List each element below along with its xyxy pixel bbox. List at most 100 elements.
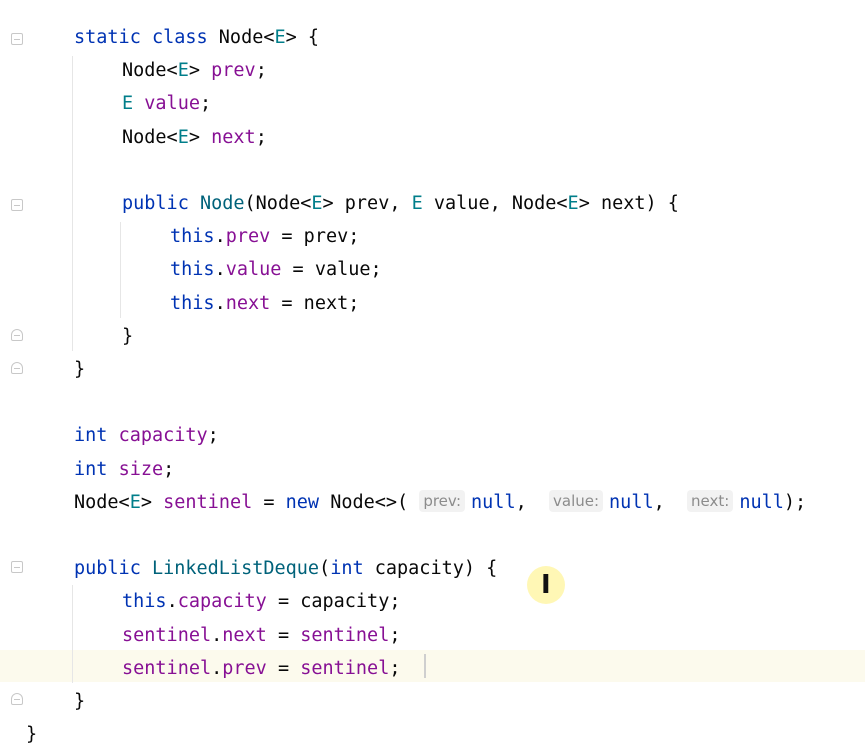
- code-token: ;: [207, 425, 219, 446]
- code-token: .: [214, 259, 226, 280]
- code-token: > prev,: [322, 193, 412, 214]
- code-line[interactable]: }: [0, 353, 865, 386]
- code-token: = capacity;: [266, 591, 401, 612]
- code-token: E: [311, 193, 323, 214]
- code-text: sentinel.prev = sentinel;: [122, 652, 400, 685]
- code-token: size: [118, 459, 164, 480]
- code-text: Node<E> sentinel = new Node<>( prev: null…: [74, 486, 806, 519]
- code-line[interactable]: this.value = value;: [0, 253, 865, 286]
- code-token: ;: [255, 60, 267, 81]
- code-token: ;: [199, 93, 212, 114]
- code-token: next: [211, 127, 256, 148]
- code-token: sentinel: [163, 492, 253, 513]
- code-token: = value;: [281, 259, 382, 280]
- code-token: Node<>(: [330, 492, 420, 513]
- code-line[interactable]: Node<E> prev;: [0, 54, 865, 87]
- code-token: E: [567, 193, 579, 214]
- code-token: null: [609, 492, 654, 513]
- code-token: }: [74, 691, 86, 712]
- code-token: null: [739, 492, 784, 513]
- code-text: int capacity;: [74, 419, 219, 452]
- code-token: capacity: [118, 425, 208, 446]
- code-token: >: [140, 492, 164, 513]
- code-text: E value;: [122, 87, 211, 120]
- parameter-hint: value:: [549, 490, 604, 512]
- code-token: }: [74, 359, 86, 380]
- code-line[interactable]: [0, 386, 865, 419]
- code-line[interactable]: Node<E> next;: [0, 121, 865, 154]
- code-line[interactable]: this.capacity = capacity;: [0, 585, 865, 618]
- code-text: }: [74, 353, 85, 386]
- code-token: > {: [285, 27, 320, 48]
- code-line[interactable]: sentinel.next = sentinel;: [0, 619, 865, 652]
- code-token: next: [222, 625, 267, 646]
- code-line[interactable]: public LinkedListDeque(int capacity) {: [0, 552, 865, 585]
- code-token: ;: [389, 658, 401, 679]
- code-token: this: [170, 293, 215, 314]
- code-text: public LinkedListDeque(int capacity) {: [74, 552, 497, 585]
- code-token: new: [285, 492, 331, 513]
- code-token: );: [783, 492, 807, 513]
- code-text: this.next = next;: [170, 287, 359, 320]
- code-line[interactable]: }: [0, 320, 865, 353]
- code-token: this: [170, 226, 215, 247]
- code-line[interactable]: int capacity;: [0, 419, 865, 452]
- code-token: value, Node<: [422, 193, 568, 214]
- code-line[interactable]: E value;: [0, 87, 865, 120]
- code-editor[interactable]: static class Node<E> {Node<E> prev; E val…: [0, 0, 865, 745]
- code-token: public: [122, 193, 200, 214]
- code-token: next: [225, 293, 271, 314]
- text-cursor-icon: I: [541, 570, 551, 600]
- code-text: this.capacity = capacity;: [122, 585, 400, 618]
- code-token: ;: [255, 127, 267, 148]
- code-token: .: [211, 658, 223, 679]
- code-token: E: [274, 27, 286, 48]
- code-line[interactable]: }: [0, 718, 865, 751]
- code-token: E: [411, 193, 423, 214]
- code-text: }: [74, 685, 85, 718]
- code-token: ;: [389, 625, 401, 646]
- code-line[interactable]: public Node(Node<E> prev, E value, Node<…: [0, 187, 865, 220]
- code-text: Node<E> next;: [122, 121, 267, 154]
- code-line[interactable]: Node<E> sentinel = new Node<>( prev: null…: [0, 486, 865, 519]
- code-token: =: [266, 625, 301, 646]
- code-token: sentinel: [122, 625, 212, 646]
- text-caret: [424, 654, 426, 678]
- code-token: prev: [225, 226, 271, 247]
- code-token: int: [74, 425, 119, 446]
- code-token: Node<: [122, 127, 178, 148]
- code-line[interactable]: [0, 154, 865, 187]
- code-token: ,: [653, 492, 688, 513]
- code-line[interactable]: this.next = next;: [0, 287, 865, 320]
- code-token: prev: [211, 60, 256, 81]
- code-token: this: [170, 259, 215, 280]
- code-text: static class Node<E> {: [74, 21, 319, 54]
- code-token: }: [122, 326, 134, 347]
- code-token: ;: [163, 459, 175, 480]
- parameter-hint: next:: [687, 490, 734, 512]
- code-line[interactable]: }: [0, 685, 865, 718]
- code-line[interactable]: sentinel.prev = sentinel;: [0, 652, 865, 685]
- code-line[interactable]: this.prev = prev;: [0, 220, 865, 253]
- code-token: .: [214, 293, 226, 314]
- code-token: (: [319, 558, 331, 579]
- code-text: sentinel.next = sentinel;: [122, 619, 400, 652]
- code-text: this.prev = prev;: [170, 220, 359, 253]
- code-token: >: [188, 60, 212, 81]
- code-token: E: [177, 127, 189, 148]
- code-line[interactable]: static class Node<E> {: [0, 21, 865, 54]
- code-line[interactable]: int size;: [0, 453, 865, 486]
- code-token: int: [74, 459, 119, 480]
- code-text: int size;: [74, 453, 174, 486]
- code-token: > next) {: [578, 193, 679, 214]
- code-token: >: [188, 127, 212, 148]
- code-token: Node<: [218, 27, 275, 48]
- parameter-hint: prev:: [419, 490, 466, 512]
- code-token: public: [74, 558, 152, 579]
- code-line[interactable]: [0, 519, 865, 552]
- code-token: static class: [74, 27, 219, 48]
- code-token: E: [122, 93, 134, 114]
- code-token: null: [471, 492, 516, 513]
- code-token: E: [129, 492, 141, 513]
